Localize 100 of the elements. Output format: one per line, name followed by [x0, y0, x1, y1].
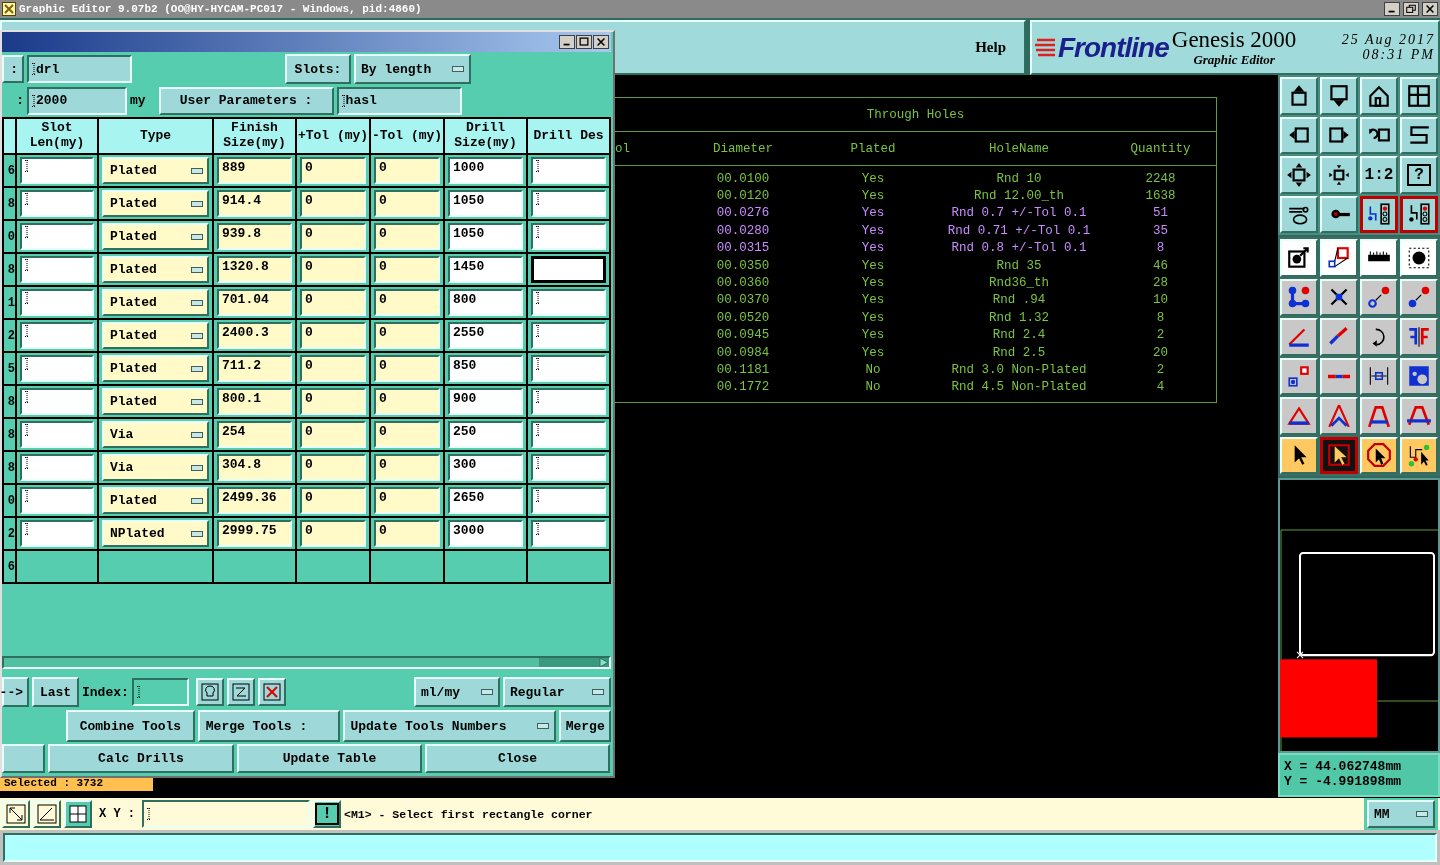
- plus-tolerance-field[interactable]: 0: [300, 256, 366, 283]
- units-dropdown[interactable]: ml/my: [414, 677, 500, 707]
- bulb-button[interactable]: [195, 678, 224, 706]
- finish-size-field[interactable]: 2999.75: [217, 520, 292, 547]
- drill-designation-field[interactable]: [531, 289, 606, 316]
- drill-designation-field[interactable]: [531, 190, 606, 217]
- slot-length-field[interactable]: [20, 487, 94, 514]
- finish-size-field[interactable]: 711.2: [217, 355, 292, 382]
- slot-length-field[interactable]: [20, 454, 94, 481]
- refresh-button[interactable]: [226, 678, 255, 706]
- drill-designation-field[interactable]: [531, 157, 606, 184]
- drill-designation-field[interactable]: [531, 256, 606, 283]
- minus-tolerance-field[interactable]: 0: [374, 388, 440, 415]
- slot-length-field[interactable]: [20, 289, 94, 316]
- drill-designation-field[interactable]: [531, 355, 606, 382]
- tool-button[interactable]: ?: [1400, 156, 1438, 194]
- slot-length-field[interactable]: [20, 256, 94, 283]
- drill-designation-field[interactable]: [531, 520, 606, 547]
- minimize-icon[interactable]: [1384, 2, 1400, 16]
- plus-tolerance-field[interactable]: 0: [300, 520, 366, 547]
- finish-size-field[interactable]: 889: [217, 157, 292, 184]
- minus-tolerance-field[interactable]: 0: [374, 454, 440, 481]
- type-dropdown[interactable]: Plated: [102, 223, 209, 250]
- plus-tolerance-field[interactable]: 0: [300, 157, 366, 184]
- action-button[interactable]: Close: [425, 744, 610, 773]
- minus-tolerance-field[interactable]: 0: [374, 421, 440, 448]
- command-field[interactable]: [3, 833, 1437, 862]
- minus-tolerance-field[interactable]: 0: [374, 223, 440, 250]
- name-button[interactable]: :: [2, 55, 24, 83]
- minus-tolerance-field[interactable]: 0: [374, 520, 440, 547]
- minus-tolerance-field[interactable]: 0: [374, 355, 440, 382]
- horizontal-scrollbar[interactable]: [2, 656, 611, 669]
- index-field[interactable]: [131, 678, 189, 706]
- minus-tolerance-field[interactable]: 0: [374, 157, 440, 184]
- user-parameters-button[interactable]: User Parameters :: [158, 86, 334, 115]
- last-button[interactable]: Last: [32, 677, 79, 707]
- tool-button[interactable]: [1360, 195, 1398, 233]
- plus-tolerance-field[interactable]: 0: [300, 289, 366, 316]
- drill-size-field[interactable]: 300: [448, 454, 523, 481]
- xy-input-field[interactable]: [142, 800, 310, 828]
- drill-size-field[interactable]: 3000: [448, 520, 523, 547]
- slot-length-field[interactable]: [20, 322, 94, 349]
- drill-designation-field[interactable]: [531, 487, 606, 514]
- alert-button[interactable]: !: [313, 800, 341, 828]
- drill-designation-field[interactable]: [531, 421, 606, 448]
- drill-size-field[interactable]: 1050: [448, 190, 523, 217]
- type-dropdown[interactable]: Via: [102, 421, 209, 448]
- type-dropdown[interactable]: Plated: [102, 487, 209, 514]
- minus-tolerance-field[interactable]: 0: [374, 289, 440, 316]
- user-parameters-field[interactable]: hasl: [336, 86, 462, 115]
- drill-size-field[interactable]: 850: [448, 355, 523, 382]
- type-dropdown[interactable]: Plated: [102, 190, 209, 217]
- type-dropdown[interactable]: Plated: [102, 157, 209, 184]
- slots-dropdown[interactable]: By length: [354, 54, 471, 84]
- merge-mode-dropdown[interactable]: Update Tools Numbers: [343, 710, 557, 742]
- type-dropdown[interactable]: Plated: [102, 289, 209, 316]
- units-dropdown[interactable]: MM: [1367, 800, 1435, 828]
- slot-length-field[interactable]: [20, 223, 94, 250]
- action-button[interactable]: Update Table: [237, 744, 422, 773]
- finish-size-field[interactable]: 701.04: [217, 289, 292, 316]
- finish-size-field[interactable]: 254: [217, 421, 292, 448]
- tool-button[interactable]: 1:2: [1360, 156, 1398, 194]
- blank-button[interactable]: [2, 744, 45, 773]
- close-icon[interactable]: [593, 35, 609, 49]
- slot-length-field[interactable]: [20, 157, 94, 184]
- name-field[interactable]: drl: [27, 55, 132, 83]
- minus-tolerance-field[interactable]: 0: [374, 190, 440, 217]
- next-button[interactable]: -->: [2, 677, 29, 707]
- plus-tolerance-field[interactable]: 0: [300, 388, 366, 415]
- tool-button[interactable]: [1320, 436, 1358, 474]
- finish-size-field[interactable]: 800.1: [217, 388, 292, 415]
- size-field[interactable]: 2000: [27, 86, 127, 115]
- close-icon[interactable]: [1422, 2, 1438, 16]
- type-dropdown[interactable]: Plated: [102, 388, 209, 415]
- finish-size-field[interactable]: 1320.8: [217, 256, 292, 283]
- type-dropdown[interactable]: Plated: [102, 322, 209, 349]
- drill-size-field[interactable]: 1450: [448, 256, 523, 283]
- angle-button[interactable]: [33, 800, 61, 828]
- combine-tools-button[interactable]: Combine Tools: [66, 710, 195, 742]
- drill-size-field[interactable]: 1000: [448, 157, 523, 184]
- restore-icon[interactable]: [1403, 2, 1419, 16]
- minus-tolerance-field[interactable]: 0: [374, 256, 440, 283]
- mode-dropdown[interactable]: Regular: [503, 677, 611, 707]
- slot-length-field[interactable]: [20, 520, 94, 547]
- drill-size-field[interactable]: 900: [448, 388, 523, 415]
- plus-tolerance-field[interactable]: 0: [300, 355, 366, 382]
- minus-tolerance-field[interactable]: 0: [374, 487, 440, 514]
- finish-size-field[interactable]: 939.8: [217, 223, 292, 250]
- drill-size-field[interactable]: 2550: [448, 322, 523, 349]
- slot-length-field[interactable]: [20, 421, 94, 448]
- action-button[interactable]: Calc Drills: [48, 744, 234, 773]
- delete-button[interactable]: [257, 678, 286, 706]
- maximize-icon[interactable]: [576, 35, 592, 49]
- slot-length-field[interactable]: [20, 388, 94, 415]
- minimize-icon[interactable]: [559, 35, 575, 49]
- minus-tolerance-field[interactable]: 0: [374, 322, 440, 349]
- slot-length-field[interactable]: [20, 355, 94, 382]
- type-dropdown[interactable]: Via: [102, 454, 209, 481]
- type-dropdown[interactable]: Plated: [102, 355, 209, 382]
- plus-tolerance-field[interactable]: 0: [300, 223, 366, 250]
